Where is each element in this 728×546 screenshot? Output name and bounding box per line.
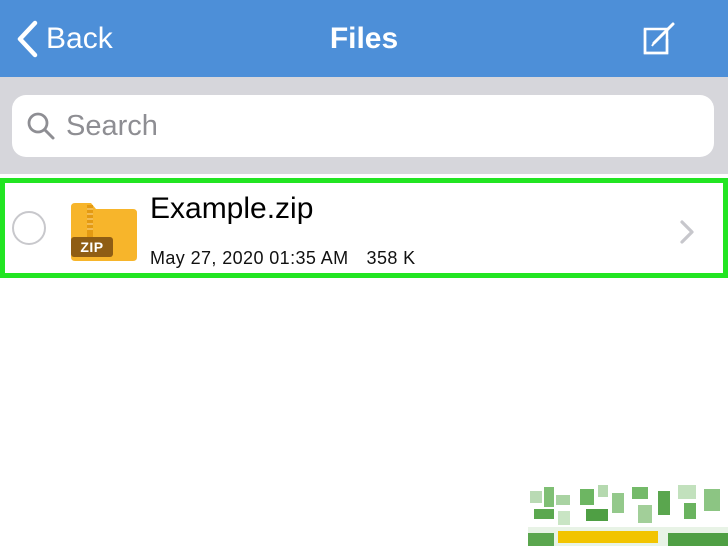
compose-icon [643,22,675,55]
file-meta: May 27, 2020 01:35 AM 358 K [150,246,416,270]
back-label: Back [46,22,113,55]
chevron-left-icon [17,20,38,58]
watermark-logo [528,485,728,546]
zip-badge-label: ZIP [80,239,104,255]
search-bar-container [0,77,728,174]
file-name: Example.zip [150,192,314,225]
search-field[interactable] [12,95,714,157]
file-size: 358 K [366,248,416,268]
chevron-right-icon [677,218,697,246]
compose-button[interactable] [640,21,680,57]
navigation-bar: Back Files [0,0,728,77]
file-date: May 27, 2020 01:35 AM [150,248,349,268]
file-row[interactable]: ZIP Example.zip May 27, 2020 01:35 AM 358… [0,178,728,278]
search-input[interactable] [64,105,688,147]
back-button[interactable]: Back [16,18,113,60]
search-icon [26,111,56,141]
zip-folder-icon: ZIP [63,197,137,263]
select-radio-button[interactable] [12,211,46,245]
